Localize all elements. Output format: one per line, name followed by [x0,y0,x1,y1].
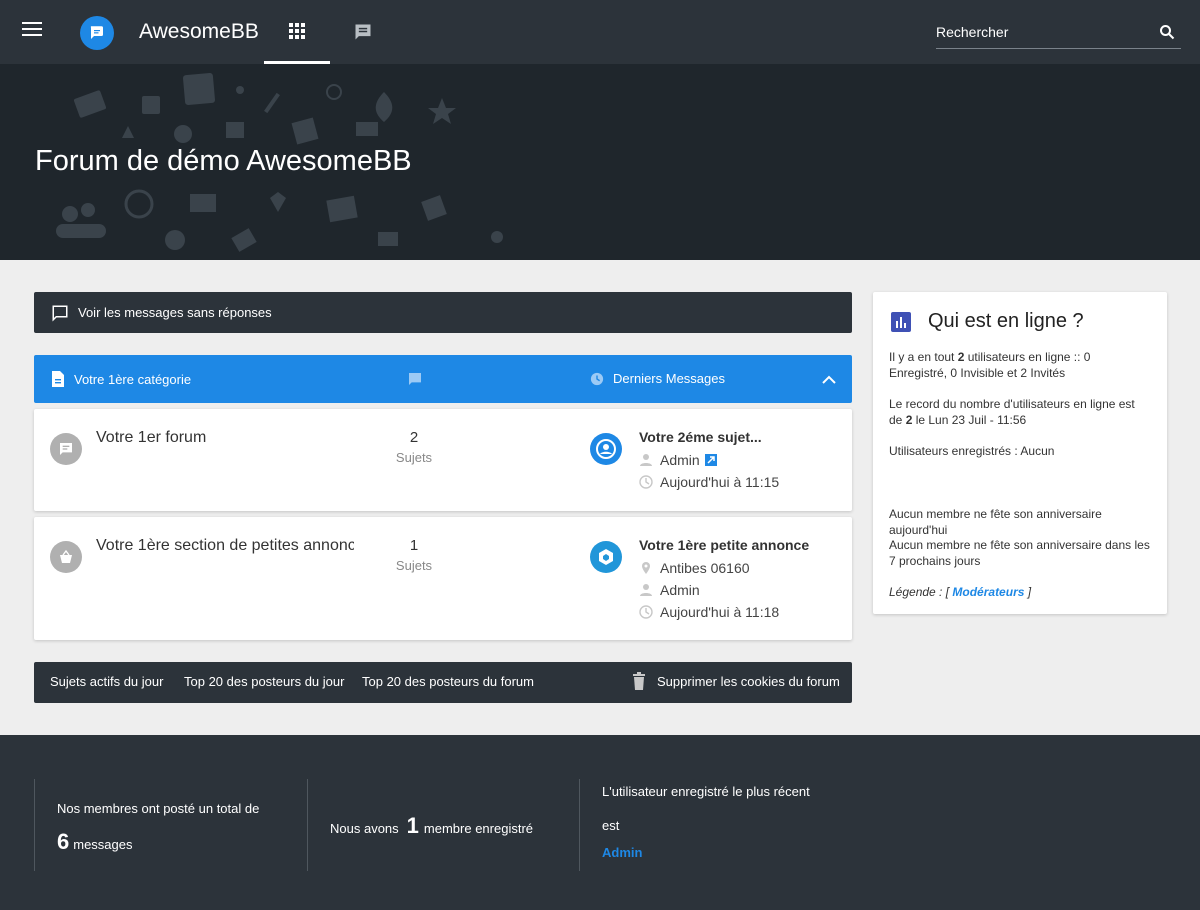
topic-count: 1 Sujets [364,537,464,573]
clock-icon [590,372,604,385]
last-post-location: Antibes 06160 [660,560,750,576]
chat-icon [355,24,371,40]
last-post-time: Aujourd'hui à 11:15 [660,474,780,490]
top-navbar: AwesomeBB [0,0,1200,64]
birthday-week: Aucun membre ne fête son anniversaire da… [889,538,1150,568]
search-icon[interactable] [1159,24,1175,40]
hero-title: Forum de démo AwesomeBB [35,145,412,177]
delete-cookies-link[interactable]: Supprimer les cookies du forum [632,672,840,690]
document-icon [52,371,64,387]
forum-links-bar: Sujets actifs du jour Top 20 des posteur… [34,662,852,703]
top20-forum-link[interactable]: Top 20 des posteurs du forum [362,674,534,689]
topic-count: 2 Sujets [364,429,464,465]
delete-cookies-label: Supprimer les cookies du forum [657,673,840,689]
stats-icon [891,312,911,332]
person-icon [640,584,652,596]
newest-text: L'utilisateur enregistré le plus récent [602,784,810,799]
location-pin-icon [642,562,650,574]
moderators-link[interactable]: Modérateurs [952,585,1024,599]
registered-users: Utilisateurs enregistrés : Aucun [889,444,1055,458]
forum-stats-footer: Nos membres ont posté un total de 6 mess… [0,735,1200,910]
legend: Légende : [ Modérateurs ] [889,585,1032,599]
user-avatar[interactable] [590,433,622,465]
search-box [936,20,1181,49]
messages-tab[interactable] [330,0,396,64]
posts-stat-text: Nos membres ont posté un total de [57,801,260,816]
forum-name[interactable]: Votre 1er forum [96,429,354,447]
category-header: Votre 1ère catégorie Derniers Messages [34,355,852,403]
panel-title: Qui est en ligne ? [928,310,1084,332]
search-input[interactable] [936,20,1146,44]
topic-count-value: 2 [409,429,419,446]
hero-banner: Forum de démo AwesomeBB [0,64,1200,260]
collapse-chevron-icon[interactable] [822,373,836,388]
unanswered-messages-link[interactable]: Voir les messages sans réponses [34,292,852,333]
topic-count-value: 1 [409,537,419,554]
apps-grid-tab[interactable] [264,0,330,64]
last-post-author[interactable]: Admin [660,582,700,598]
birthday-today: Aucun membre ne fête son anniversaire au… [889,507,1102,537]
clock-icon [639,475,653,489]
last-post-title[interactable]: Votre 2éme sujet... [639,429,779,445]
last-post-title[interactable]: Votre 1ère petite annonce [639,537,809,553]
ad-avatar[interactable] [590,541,622,573]
posts-stat: Nos membres ont posté un total de 6 mess… [34,779,307,871]
posts-unit: messages [73,837,133,852]
online-summary: Il y a en tout 2 utilisateurs en ligne :… [889,350,1091,380]
top20-day-link[interactable]: Top 20 des posteurs du jour [184,674,344,689]
last-messages-label: Derniers Messages [613,371,725,386]
last-post-author[interactable]: Admin [660,452,700,468]
last-post-info: Votre 2éme sujet... Admin Aujourd'hui à … [639,429,779,493]
trash-icon [633,672,645,690]
posts-count: 6 [57,829,70,854]
comment-icon [52,305,68,322]
who-is-online-panel: Qui est en ligne ? Il y a en tout 2 util… [873,292,1167,614]
category-name[interactable]: Votre 1ère catégorie [74,372,191,387]
newest-member-link[interactable]: Admin [602,845,642,860]
unanswered-label: Voir les messages sans réponses [78,305,272,320]
forum-logo-icon[interactable] [80,16,114,50]
members-count: 1 [406,813,419,838]
forum-basket-icon [50,541,82,573]
topic-count-label: Sujets [395,558,433,573]
last-post-time: Aujourd'hui à 11:18 [660,604,780,620]
person-icon [640,454,652,466]
forum-name[interactable]: Votre 1ère section de petites annonces [96,537,354,555]
menu-icon[interactable] [22,22,42,42]
newest-member-stat: L'utilisateur enregistré le plus récent … [579,779,859,871]
forum-row: Votre 1ère section de petites annonces 1… [34,517,852,640]
goto-post-icon[interactable] [704,454,717,466]
topic-count-label: Sujets [395,450,433,465]
active-topics-link[interactable]: Sujets actifs du jour [50,674,163,689]
members-unit: membre enregistré [423,821,534,836]
last-post-info: Votre 1ère petite annonce Antibes 06160 … [639,537,809,623]
clock-icon [639,605,653,619]
members-stat: Nous avons 1 membre enregistré [307,779,579,871]
newest-text-is: est [602,818,620,833]
brand-name[interactable]: AwesomeBB [139,20,259,44]
online-record: Le record du nombre d'utilisateurs en li… [889,397,1135,427]
topics-chat-icon [409,373,421,385]
forum-chat-icon [50,433,82,465]
members-text: Nous avons [330,821,399,836]
forum-row: Votre 1er forum 2 Sujets Votre 2éme suje… [34,409,852,511]
apps-grid-icon [289,22,305,39]
